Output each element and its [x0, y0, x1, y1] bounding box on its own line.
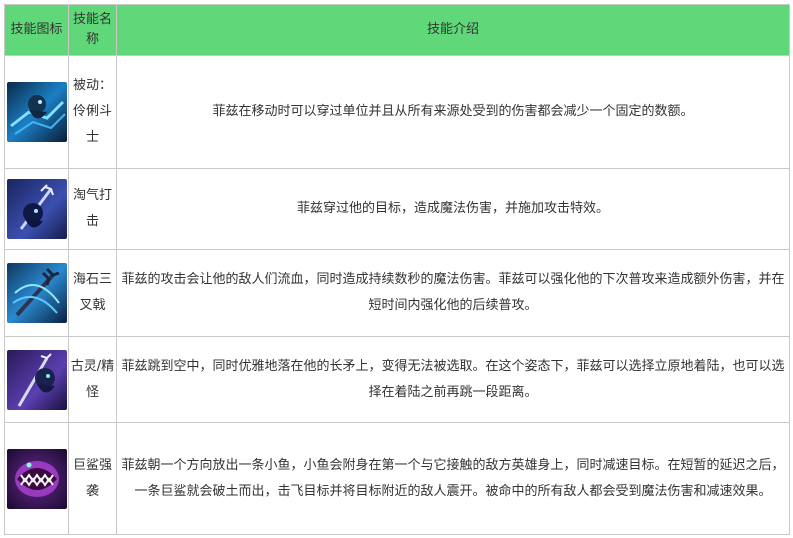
table-header-row: 技能图标 技能名称 技能介绍 [4, 4, 790, 56]
table-row: 海石三叉戟 菲兹的攻击会让他的敌人们流血，同时造成持续数秒的魔法伤害。菲兹可以强… [4, 249, 790, 337]
table-row: 淘气打击 菲兹穿过他的目标，造成魔法伤害，并施加攻击特效。 [4, 168, 790, 250]
skill-description: 菲兹在移动时可以穿过单位并且从所有来源处受到的伤害都会减少一个固定的数额。 [116, 55, 790, 169]
skill-name: 淘气打击 [68, 168, 117, 250]
skill-name: 被动：伶俐斗士 [68, 55, 117, 169]
skill-table: 技能图标 技能名称 技能介绍 被动：伶俐斗士 菲兹在移动时可以穿过单位并且从所有… [4, 4, 790, 535]
header-skill-description: 技能介绍 [116, 4, 790, 56]
skill-icon-cell [4, 249, 69, 337]
fizz-q-icon [6, 179, 67, 239]
table-row: 古灵/精怪 菲兹跳到空中，同时优雅地落在他的长矛上，变得无法被选取。在这个姿态下… [4, 336, 790, 423]
skill-icon-cell [4, 422, 69, 535]
skill-name: 巨鲨强袭 [68, 422, 117, 535]
skill-icon-cell [4, 336, 69, 423]
header-skill-name: 技能名称 [68, 4, 117, 56]
skill-description: 菲兹朝一个方向放出一条小鱼，小鱼会附身在第一个与它接触的敌方英雄身上，同时减速目… [116, 422, 790, 535]
fizz-e-icon [6, 349, 67, 410]
skill-description: 菲兹的攻击会让他的敌人们流血，同时造成持续数秒的魔法伤害。菲兹可以强化他的下次普… [116, 249, 790, 337]
skill-description: 菲兹穿过他的目标，造成魔法伤害，并施加攻击特效。 [116, 168, 790, 250]
skill-description: 菲兹跳到空中，同时优雅地落在他的长矛上，变得无法被选取。在这个姿态下，菲兹可以选… [116, 336, 790, 423]
skill-table-wrapper: 技能图标 技能名称 技能介绍 被动：伶俐斗士 菲兹在移动时可以穿过单位并且从所有… [4, 4, 790, 535]
table-row: 巨鲨强袭 菲兹朝一个方向放出一条小鱼，小鱼会附身在第一个与它接触的敌方英雄身上，… [4, 422, 790, 535]
fizz-passive-icon [6, 82, 67, 142]
fizz-w-icon [6, 263, 67, 323]
header-skill-icon: 技能图标 [4, 4, 69, 56]
skill-name: 海石三叉戟 [68, 249, 117, 337]
skill-name: 古灵/精怪 [68, 336, 117, 423]
fizz-r-icon [6, 448, 67, 509]
skill-icon-cell [4, 55, 69, 169]
skill-icon-cell [4, 168, 69, 250]
table-row: 被动：伶俐斗士 菲兹在移动时可以穿过单位并且从所有来源处受到的伤害都会减少一个固… [4, 55, 790, 169]
